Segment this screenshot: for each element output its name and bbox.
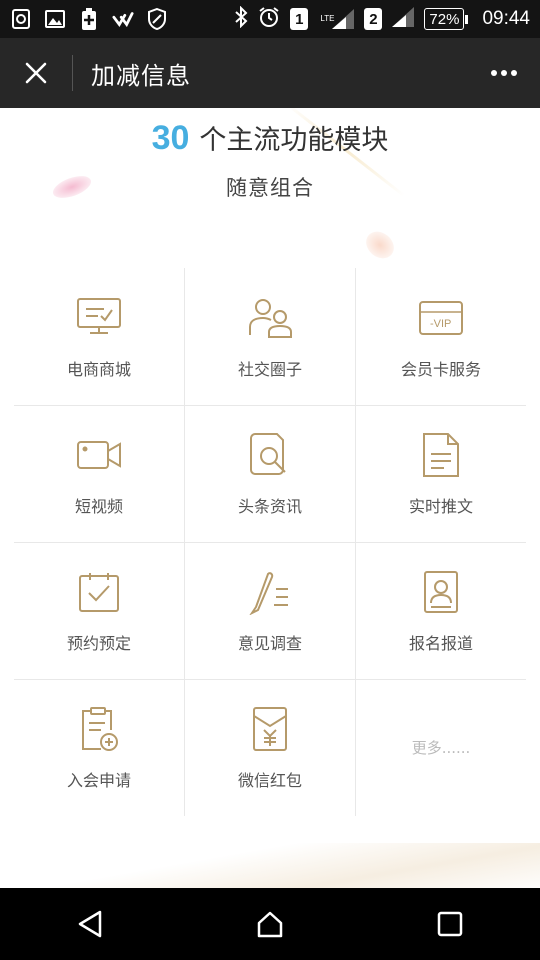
recents-button[interactable] bbox=[420, 894, 480, 954]
recents-square-icon bbox=[437, 911, 463, 937]
clock: 09:44 bbox=[482, 8, 530, 29]
module-label: 微信红包 bbox=[237, 771, 302, 790]
page-title: 加减信息 bbox=[91, 61, 191, 90]
signal-icon: LTE bbox=[318, 9, 355, 29]
back-triangle-icon bbox=[78, 910, 102, 938]
close-button[interactable] bbox=[0, 38, 72, 108]
home-button[interactable] bbox=[240, 894, 300, 954]
wechat-notification-icon bbox=[112, 8, 134, 30]
decoration-blob bbox=[360, 226, 400, 264]
module-label: 社交圈子 bbox=[237, 360, 302, 379]
video-camera-icon bbox=[75, 431, 123, 479]
module-red-envelope[interactable]: 微信红包 bbox=[185, 679, 355, 816]
shield-icon bbox=[146, 8, 168, 30]
battery-saver-icon bbox=[78, 8, 100, 30]
status-bar: 1 LTE 2 72% 09:44 bbox=[0, 0, 540, 38]
module-label: 会员卡服务 bbox=[400, 360, 481, 379]
battery-indicator: 72% bbox=[424, 8, 469, 30]
module-live-posts[interactable]: 实时推文 bbox=[356, 405, 526, 542]
monitor-check-icon bbox=[75, 294, 123, 342]
module-short-video[interactable]: 短视频 bbox=[14, 405, 184, 542]
sim2-badge: 2 bbox=[364, 8, 383, 30]
vip-card-icon: -VIP bbox=[417, 294, 465, 342]
red-envelope-icon bbox=[246, 705, 294, 753]
more-dots-icon bbox=[491, 70, 497, 76]
title-bar: 加减信息 bbox=[0, 38, 540, 108]
sim1-badge: 1 bbox=[290, 8, 309, 30]
module-label: 报名报道 bbox=[408, 634, 473, 653]
module-more[interactable]: 更多...... bbox=[356, 679, 526, 816]
calendar-check-icon bbox=[75, 568, 123, 616]
pen-lines-icon bbox=[246, 568, 294, 616]
module-registration[interactable]: 报名报道 bbox=[356, 542, 526, 679]
module-social[interactable]: 社交圈子 bbox=[185, 268, 355, 405]
module-survey[interactable]: 意见调查 bbox=[185, 542, 355, 679]
search-document-icon bbox=[246, 431, 294, 479]
alarm-icon bbox=[258, 6, 280, 32]
headline-number: 30 bbox=[151, 119, 190, 157]
module-membership[interactable]: 入会申请 bbox=[14, 679, 184, 816]
network-type: LTE bbox=[320, 14, 335, 23]
headline-text: 个主流功能模块 bbox=[199, 125, 389, 156]
clipboard-plus-icon bbox=[75, 705, 123, 753]
title-divider bbox=[72, 55, 73, 91]
headline-subtitle: 随意组合 bbox=[226, 176, 314, 200]
close-icon bbox=[25, 62, 47, 84]
module-label: 入会申请 bbox=[66, 771, 131, 790]
module-headlines[interactable]: 头条资讯 bbox=[185, 405, 355, 542]
people-icon bbox=[246, 294, 294, 342]
module-grid: 电商商城 社交圈子 -VIP 会员卡服务 短视频 头条资讯 实时推文 预约预定 … bbox=[14, 268, 526, 816]
back-button[interactable] bbox=[60, 894, 120, 954]
more-button[interactable] bbox=[468, 38, 540, 108]
document-lines-icon bbox=[417, 431, 465, 479]
signal-icon-2 bbox=[392, 7, 415, 31]
module-label: 预约预定 bbox=[66, 634, 131, 653]
module-booking[interactable]: 预约预定 bbox=[14, 542, 184, 679]
bluetooth-icon bbox=[234, 5, 248, 32]
decoration-sweep bbox=[0, 843, 540, 888]
headline: 30 个主流功能模块 bbox=[0, 118, 540, 158]
module-label: 短视频 bbox=[74, 497, 123, 516]
home-icon bbox=[257, 911, 283, 938]
id-card-icon bbox=[417, 568, 465, 616]
module-label: 电商商城 bbox=[66, 360, 131, 379]
navigation-bar bbox=[0, 888, 540, 960]
image-notification-icon bbox=[44, 8, 66, 30]
svg-text:-VIP: -VIP bbox=[430, 318, 451, 330]
module-label: 头条资讯 bbox=[237, 497, 302, 516]
module-ecommerce[interactable]: 电商商城 bbox=[14, 268, 184, 405]
main-content: 30 个主流功能模块 随意组合 电商商城 社交圈子 -VIP 会员卡服务 短视频… bbox=[0, 108, 540, 888]
module-vip-card[interactable]: -VIP 会员卡服务 bbox=[356, 268, 526, 405]
more-label: 更多...... bbox=[411, 739, 471, 757]
sync-notification-icon bbox=[10, 8, 32, 30]
module-label: 意见调查 bbox=[237, 634, 302, 653]
module-label: 实时推文 bbox=[408, 497, 473, 516]
